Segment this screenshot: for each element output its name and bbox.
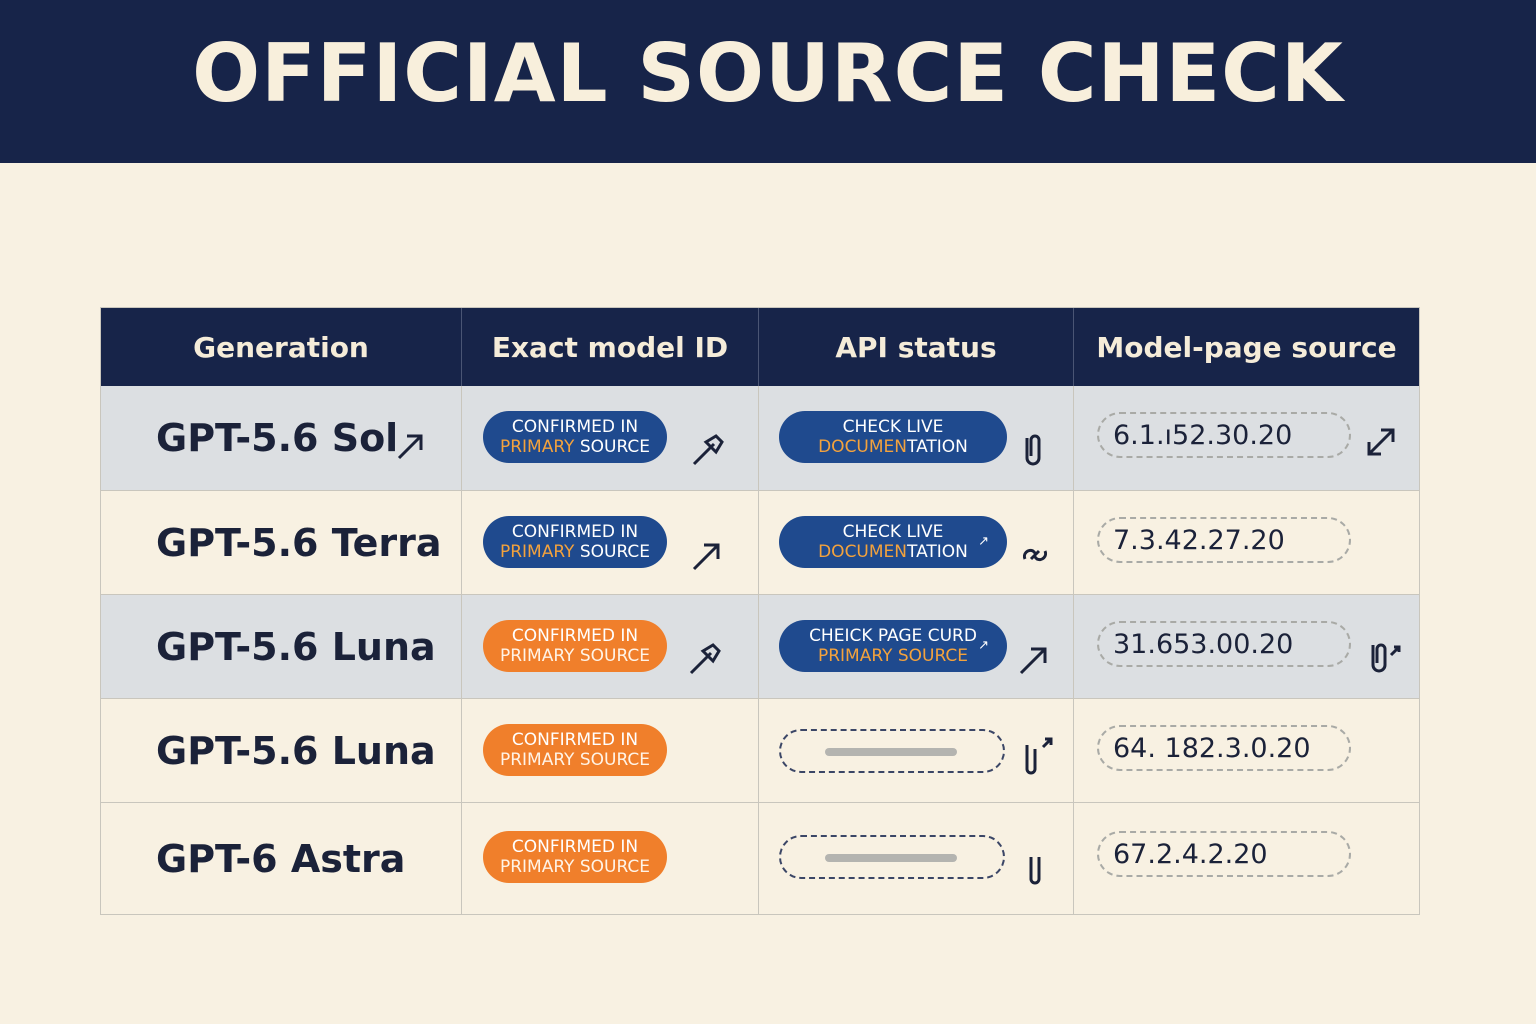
table-row[interactable]: GPT-5.6 Sol CONFIRMED IN PRIMARY SOURCE … (101, 386, 1419, 490)
column-header-generation: Generation (193, 330, 369, 364)
column-divider (758, 308, 759, 914)
api-status-badge[interactable]: CHECK LIVE DOCUMENTATION (779, 411, 1007, 463)
model-id-badge: CONFIRMED IN PRIMARY SOURCE (483, 516, 667, 568)
badge-line-1: CONFIRMED IN (511, 522, 639, 542)
badge-line-2: PRIMARY SOURCE (817, 646, 969, 666)
badge-line-2: PRIMARY SOURCE (499, 750, 651, 770)
badge-line-2: PRIMARY SOURCE (499, 437, 651, 457)
column-header-model-page-source: Model-page source (1096, 330, 1397, 364)
model-page-source-field[interactable]: 7.3.42.27.20 (1097, 517, 1351, 563)
badge-line-1: CHEICK PAGE CURD (809, 626, 977, 646)
api-status-placeholder[interactable] (779, 729, 1005, 773)
arrow-up-right-icon[interactable] (688, 535, 728, 575)
page-title: OFFICIAL SOURCE CHECK (192, 27, 1344, 120)
table-row[interactable]: GPT-5.6 Luna CONFIRMED IN PRIMARY SOURCE… (101, 698, 1419, 802)
model-id-badge: CONFIRMED IN PRIMARY SOURCE (483, 411, 667, 463)
badge-line-2: DOCUMENTATION (818, 542, 968, 562)
badge-line-2: PRIMARY SOURCE (499, 857, 651, 877)
badge-line-1: CONFIRMED IN (511, 626, 639, 646)
clip-arrow-icon[interactable] (1363, 635, 1403, 675)
clip-arrow-icon[interactable] (1017, 735, 1057, 775)
badge-line-1: CONFIRMED IN (511, 730, 639, 750)
column-header-model-id: Exact model ID (491, 330, 729, 364)
generation-cell: GPT-5.6 Terra (156, 521, 442, 565)
badge-line-2: DOCUMENTATION (818, 437, 968, 457)
model-page-source-field[interactable]: 6.1.ı52.30.20 (1097, 412, 1351, 458)
arrow-up-right-icon[interactable] (391, 426, 431, 466)
generation-cell: GPT-6 Astra (156, 837, 406, 881)
small-arrow-icon: ↗ (978, 638, 989, 653)
table-row[interactable]: GPT-5.6 Terra CONFIRMED IN PRIMARY SOURC… (101, 490, 1419, 594)
generation-cell: GPT-5.6 Luna (156, 729, 436, 773)
pin-arrow-icon[interactable] (688, 430, 728, 470)
placeholder-bar (825, 854, 957, 862)
header-divider (758, 308, 759, 386)
arrow-up-right-icon[interactable] (1015, 639, 1055, 679)
model-page-source-field[interactable]: 31.653.00.20 (1097, 621, 1351, 667)
generation-cell: GPT-5.6 Luna (156, 625, 436, 669)
api-status-badge[interactable]: CHECK LIVE DOCUMENTATION ↗ (779, 516, 1007, 568)
small-arrow-icon: ↗ (978, 534, 989, 549)
placeholder-bar (825, 748, 957, 756)
badge-line-2: PRIMARY SOURCE (499, 646, 651, 666)
badge-line-1: CONFIRMED IN (511, 417, 639, 437)
pin-arrow-icon[interactable] (685, 639, 725, 679)
link-icon[interactable] (1015, 535, 1055, 575)
table-header: Generation Exact model ID API status Mod… (101, 308, 1419, 386)
clip-icon[interactable] (1017, 847, 1057, 887)
header-divider (1073, 308, 1074, 386)
api-status-badge[interactable]: CHEICK PAGE CURD PRIMARY SOURCE ↗ (779, 620, 1007, 672)
table-row[interactable]: GPT-6 Astra CONFIRMED IN PRIMARY SOURCE … (101, 802, 1419, 914)
header-divider (461, 308, 462, 386)
expand-icon[interactable] (1361, 422, 1401, 462)
column-divider (461, 308, 462, 914)
generation-cell: GPT-5.6 Sol (156, 416, 399, 460)
column-divider (1073, 308, 1074, 914)
model-page-source-field[interactable]: 67.2.4.2.20 (1097, 831, 1351, 877)
badge-line-2: PRIMARY SOURCE (499, 542, 651, 562)
model-page-source-field[interactable]: 64. 182.3.0.20 (1097, 725, 1351, 771)
clip-icon[interactable] (1013, 428, 1053, 468)
table-row[interactable]: GPT-5.6 Luna CONFIRMED IN PRIMARY SOURCE… (101, 594, 1419, 698)
badge-line-1: CHECK LIVE (842, 522, 944, 542)
source-check-table: Generation Exact model ID API status Mod… (100, 307, 1420, 915)
model-id-badge: CONFIRMED IN PRIMARY SOURCE (483, 724, 667, 776)
model-id-badge: CONFIRMED IN PRIMARY SOURCE (483, 620, 667, 672)
badge-line-1: CONFIRMED IN (511, 837, 639, 857)
column-header-api-status: API status (835, 330, 997, 364)
badge-line-1: CHECK LIVE (842, 417, 944, 437)
model-id-badge: CONFIRMED IN PRIMARY SOURCE (483, 831, 667, 883)
api-status-placeholder[interactable] (779, 835, 1005, 879)
header-bar: OFFICIAL SOURCE CHECK (0, 0, 1536, 163)
